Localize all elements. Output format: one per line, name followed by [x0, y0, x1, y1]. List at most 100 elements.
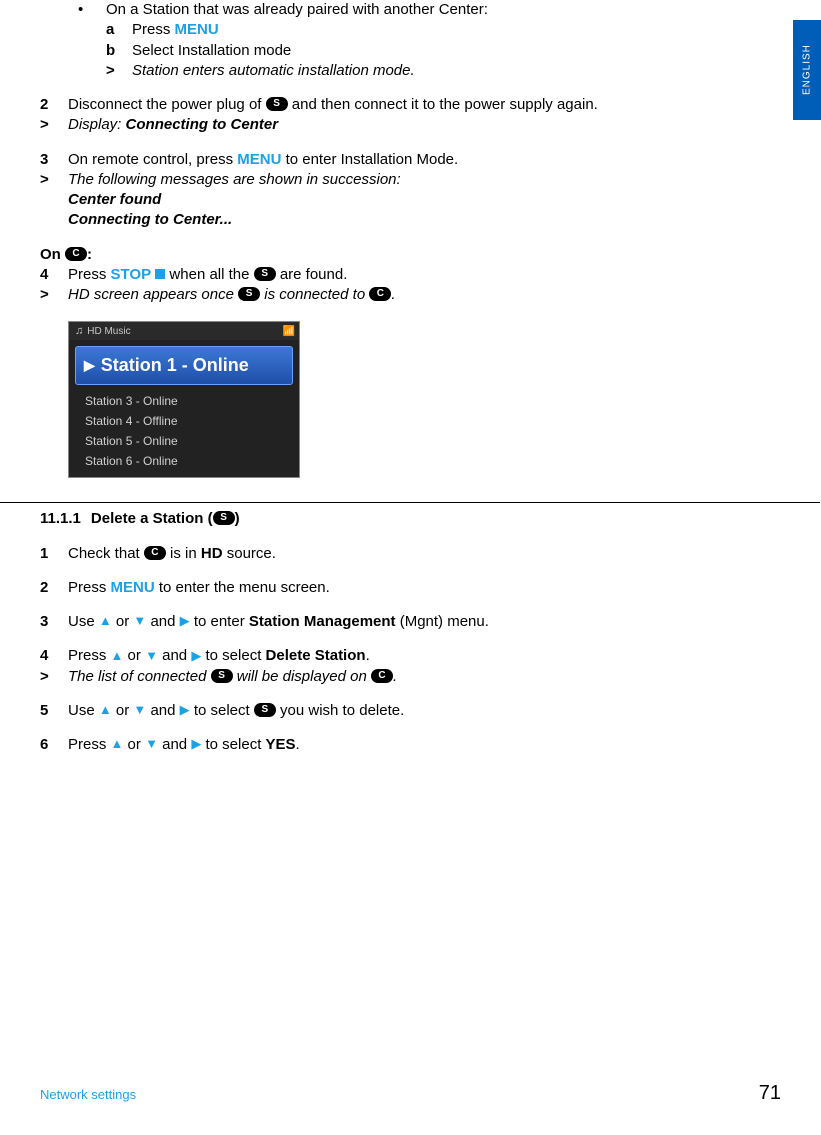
- d3-mid1: or: [112, 613, 134, 630]
- step2-result-lead: >: [40, 115, 68, 135]
- d5-mid1: or: [112, 702, 134, 719]
- sub-gt-body: Station enters automatic installation mo…: [132, 61, 415, 81]
- d5-post: you wish to delete.: [280, 702, 404, 719]
- right-arrow-icon: ▶: [180, 612, 190, 630]
- d2-body: Press MENU to enter the menu screen.: [68, 578, 760, 598]
- section-heading: 11.1.1 Delete a Station (S): [40, 509, 760, 529]
- section-title: Delete a Station (S): [91, 509, 240, 529]
- station-chip-icon: S: [254, 703, 276, 717]
- d5-and: and: [146, 702, 179, 719]
- step4-lead: 4: [40, 265, 68, 285]
- right-arrow-icon: ▶: [191, 735, 201, 753]
- center-chip-icon: C: [369, 287, 391, 301]
- d3-and: and: [146, 613, 179, 630]
- station-chip-icon: S: [213, 511, 235, 525]
- d3-lead: 3: [40, 612, 68, 632]
- d6-body: Press ▲ or ▼ and ▶ to select YES.: [68, 735, 760, 755]
- d1-pre: Check that: [68, 545, 144, 562]
- fig-list-item: Station 3 - Online: [85, 391, 289, 411]
- station-chip-icon: S: [238, 287, 260, 301]
- d4-mid3: to select: [201, 647, 265, 664]
- menu-label: MENU: [111, 579, 155, 596]
- d1-post: source.: [223, 545, 276, 562]
- music-note-icon: ♫: [75, 324, 83, 339]
- d5-mid3: to select: [190, 702, 254, 719]
- right-arrow-icon: ▶: [180, 701, 190, 719]
- step2r-pre: Display:: [68, 116, 126, 133]
- step2-lead: 2: [40, 95, 68, 115]
- sub-gt-lead: >: [106, 61, 132, 81]
- sub-b-body: Select Installation mode: [132, 41, 291, 61]
- center-chip-icon: C: [144, 546, 166, 560]
- signal-icon: 📶: [283, 325, 295, 339]
- step4-mid: when all the: [165, 266, 253, 283]
- d6-and: and: [158, 736, 191, 753]
- sub-b-lead: b: [106, 41, 132, 61]
- step4-post: are found.: [276, 266, 348, 283]
- d4-result: The list of connected S will be displaye…: [68, 667, 760, 687]
- page-number: 71: [759, 1082, 781, 1105]
- d4-bold: Delete Station: [266, 647, 366, 664]
- section-divider: [0, 502, 820, 503]
- d3-mid3: to enter: [190, 613, 249, 630]
- right-arrow-icon: ▶: [191, 647, 201, 665]
- step3-line2: Connecting to Center...: [40, 210, 760, 230]
- step3-result-lead: >: [40, 170, 68, 190]
- d3-pre: Use: [68, 613, 99, 630]
- d6-pre: Press: [68, 736, 111, 753]
- onC-post: :: [87, 246, 92, 263]
- step3-result: The following messages are shown in succ…: [68, 170, 760, 190]
- bullet: •: [78, 0, 106, 20]
- d4-mid1: or: [123, 647, 145, 664]
- page-footer: Network settings 71: [40, 1082, 781, 1105]
- step3-line1: Center found: [40, 190, 760, 210]
- d3-post: (Mgnt) menu.: [396, 613, 489, 630]
- d2-post: to enter the menu screen.: [155, 579, 330, 596]
- step4-result-lead: >: [40, 285, 68, 305]
- page-content: • On a Station that was already paired w…: [40, 0, 760, 755]
- step4-pre: Press: [68, 266, 111, 283]
- onC-pre: On: [40, 246, 65, 263]
- up-arrow-icon: ▲: [111, 647, 124, 665]
- down-arrow-icon: ▼: [133, 612, 146, 630]
- step2r-bold: Connecting to Center: [126, 116, 279, 133]
- d4r-post: .: [393, 668, 397, 685]
- down-arrow-icon: ▼: [145, 647, 158, 665]
- fig-list-item: Station 5 - Online: [85, 431, 289, 451]
- center-chip-icon: C: [65, 247, 87, 261]
- d1-body: Check that C is in HD source.: [68, 544, 760, 564]
- d3-bold: Station Management: [249, 613, 396, 630]
- step2-post: and then connect it to the power supply …: [288, 96, 598, 113]
- d4-and: and: [158, 647, 191, 664]
- d5-lead: 5: [40, 701, 68, 721]
- fig-header-text: HD Music: [87, 325, 130, 339]
- step3-body: On remote control, press MENU to enter I…: [68, 150, 760, 170]
- center-chip-icon: C: [371, 669, 393, 683]
- d4-pre: Press: [68, 647, 111, 664]
- step4-body: Press STOP when all the S are found.: [68, 265, 760, 285]
- d6-mid3: to select: [201, 736, 265, 753]
- section-title-post: ): [235, 510, 240, 527]
- fig-list-item: Station 4 - Offline: [85, 411, 289, 431]
- d4r-mid: will be displayed on: [233, 668, 371, 685]
- stop-label: STOP: [111, 266, 152, 283]
- up-arrow-icon: ▲: [99, 612, 112, 630]
- d2-lead: 2: [40, 578, 68, 598]
- fig-header: ♫ HD Music 📶: [69, 322, 299, 340]
- station-chip-icon: S: [211, 669, 233, 683]
- d5-body: Use ▲ or ▼ and ▶ to select S you wish to…: [68, 701, 760, 721]
- d1-bold: HD: [201, 545, 223, 562]
- footer-section: Network settings: [40, 1087, 136, 1102]
- fig-selected-text: Station 1 - Online: [101, 353, 249, 377]
- d1-lead: 1: [40, 544, 68, 564]
- step2-body: Disconnect the power plug of S and then …: [68, 95, 760, 115]
- d6-post: .: [296, 736, 300, 753]
- hd-music-screenshot: ♫ HD Music 📶 ▶ Station 1 - Online Statio…: [68, 321, 300, 478]
- menu-label: MENU: [175, 21, 219, 38]
- step4r-mid: is connected to: [260, 286, 369, 303]
- down-arrow-icon: ▼: [145, 735, 158, 753]
- sub-a-lead: a: [106, 20, 132, 40]
- step3-post: to enter Installation Mode.: [281, 151, 458, 168]
- station-chip-icon: S: [266, 97, 288, 111]
- section-number: 11.1.1: [40, 509, 81, 529]
